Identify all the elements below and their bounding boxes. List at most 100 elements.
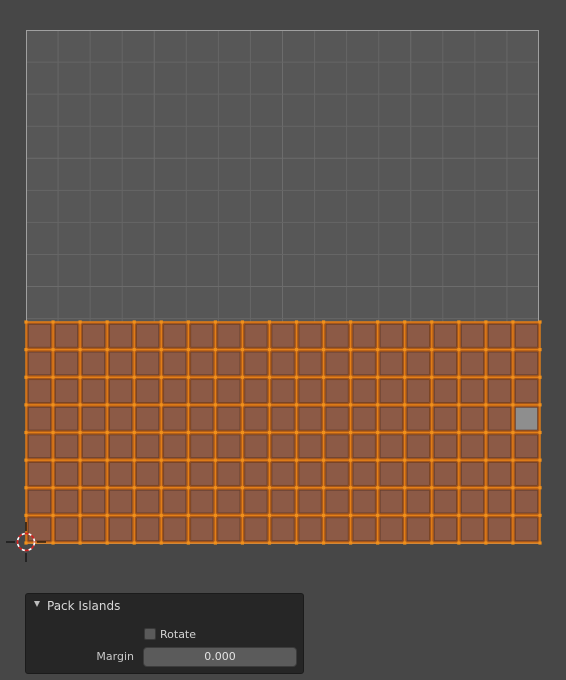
uv-face[interactable]	[325, 379, 349, 403]
uv-face[interactable]	[244, 517, 268, 541]
uv-face[interactable]	[271, 489, 295, 514]
uv-face[interactable]	[190, 324, 214, 348]
uv-vertex[interactable]	[159, 541, 163, 545]
uv-face[interactable]	[433, 407, 457, 431]
uv-vertex[interactable]	[376, 348, 380, 352]
uv-vertex[interactable]	[403, 486, 407, 490]
uv-vertex[interactable]	[511, 486, 515, 490]
uv-vertex[interactable]	[159, 430, 163, 435]
uv-vertex[interactable]	[132, 486, 136, 490]
uv-vertex[interactable]	[538, 375, 542, 379]
uv-face[interactable]	[190, 462, 214, 486]
uv-vertex[interactable]	[267, 486, 272, 490]
uv-vertex[interactable]	[240, 430, 245, 435]
uv-face[interactable]	[55, 489, 78, 514]
uv-vertex[interactable]	[78, 430, 82, 435]
uv-vertex[interactable]	[430, 375, 434, 379]
uv-vertex[interactable]	[51, 458, 55, 462]
uv-face[interactable]	[190, 517, 214, 541]
uv-vertex[interactable]	[51, 348, 55, 352]
uv-vertex[interactable]	[538, 348, 542, 352]
uv-face[interactable]	[190, 407, 214, 431]
uv-vertex[interactable]	[186, 486, 190, 490]
uv-vertex[interactable]	[240, 403, 245, 407]
uv-face[interactable]	[82, 351, 105, 376]
uv-face[interactable]	[271, 379, 295, 403]
uv-face[interactable]	[109, 379, 133, 403]
uv-vertex[interactable]	[484, 513, 488, 517]
uv-vertex[interactable]	[403, 320, 407, 324]
uv-vertex[interactable]	[511, 348, 515, 352]
uv-face[interactable]	[82, 324, 105, 348]
uv-vertex[interactable]	[105, 486, 109, 490]
uv-face[interactable]	[488, 324, 511, 348]
uv-face[interactable]	[136, 407, 160, 431]
uv-face[interactable]	[190, 434, 214, 458]
uv-vertex[interactable]	[24, 541, 28, 545]
uv-face[interactable]	[55, 379, 78, 403]
uv-vertex[interactable]	[24, 403, 28, 407]
uv-face[interactable]	[406, 324, 430, 348]
uv-face[interactable]	[515, 489, 538, 514]
uv-face[interactable]	[136, 517, 160, 541]
uv-face[interactable]	[461, 351, 484, 376]
panel-header[interactable]: Pack Islands	[26, 594, 303, 619]
uv-vertex[interactable]	[376, 513, 380, 517]
uv-vertex[interactable]	[186, 513, 190, 517]
uv-vertex[interactable]	[538, 541, 542, 545]
uv-vertex[interactable]	[538, 513, 542, 517]
uv-vertex[interactable]	[484, 375, 488, 379]
uv-face[interactable]	[190, 351, 214, 376]
uv-vertex[interactable]	[511, 513, 515, 517]
uv-vertex[interactable]	[267, 375, 272, 379]
uv-vertex[interactable]	[213, 375, 217, 379]
uv-vertex[interactable]	[376, 541, 380, 545]
uv-face[interactable]	[136, 489, 160, 514]
uv-face[interactable]	[55, 434, 78, 458]
uv-vertex[interactable]	[240, 348, 245, 352]
uv-vertex[interactable]	[186, 348, 190, 352]
uv-vertex[interactable]	[294, 348, 299, 352]
uv-vertex[interactable]	[267, 513, 272, 517]
uv-face[interactable]	[271, 351, 295, 376]
uv-vertex[interactable]	[105, 348, 109, 352]
uv-face[interactable]	[163, 351, 187, 376]
uv-canvas[interactable]	[0, 0, 566, 680]
uv-vertex[interactable]	[376, 375, 380, 379]
uv-face[interactable]	[325, 434, 349, 458]
uv-face[interactable]	[217, 517, 241, 541]
uv-vertex[interactable]	[457, 513, 461, 517]
uv-vertex[interactable]	[78, 486, 82, 490]
uv-face[interactable]	[55, 324, 78, 348]
uv-face[interactable]	[515, 324, 538, 348]
uv-vertex[interactable]	[240, 375, 245, 379]
uv-vertex[interactable]	[349, 458, 353, 462]
uv-face[interactable]	[82, 517, 105, 541]
uv-vertex[interactable]	[511, 320, 515, 324]
uv-face[interactable]	[136, 434, 160, 458]
uv-vertex[interactable]	[484, 320, 488, 324]
uv-face[interactable]	[244, 324, 268, 348]
uv-face[interactable]	[433, 462, 457, 486]
uv-vertex[interactable]	[430, 513, 434, 517]
uv-face[interactable]	[163, 489, 187, 514]
uv-vertex[interactable]	[267, 348, 272, 352]
uv-vertex[interactable]	[321, 375, 326, 379]
uv-vertex[interactable]	[430, 486, 434, 490]
uv-vertex[interactable]	[349, 430, 353, 435]
uv-face[interactable]	[352, 351, 376, 376]
uv-vertex[interactable]	[294, 513, 299, 517]
uv-vertex[interactable]	[484, 541, 488, 545]
uv-vertex[interactable]	[403, 430, 407, 435]
uv-vertex[interactable]	[132, 375, 136, 379]
uv-face[interactable]	[163, 407, 187, 431]
uv-vertex[interactable]	[132, 458, 136, 462]
uv-face[interactable]	[515, 351, 538, 376]
uv-face[interactable]	[379, 517, 403, 541]
uv-face[interactable]	[217, 407, 241, 431]
uv-face[interactable]	[325, 351, 349, 376]
uv-face[interactable]	[271, 434, 295, 458]
uv-face[interactable]	[461, 434, 484, 458]
uv-face[interactable]	[217, 379, 241, 403]
uv-face[interactable]	[352, 379, 376, 403]
